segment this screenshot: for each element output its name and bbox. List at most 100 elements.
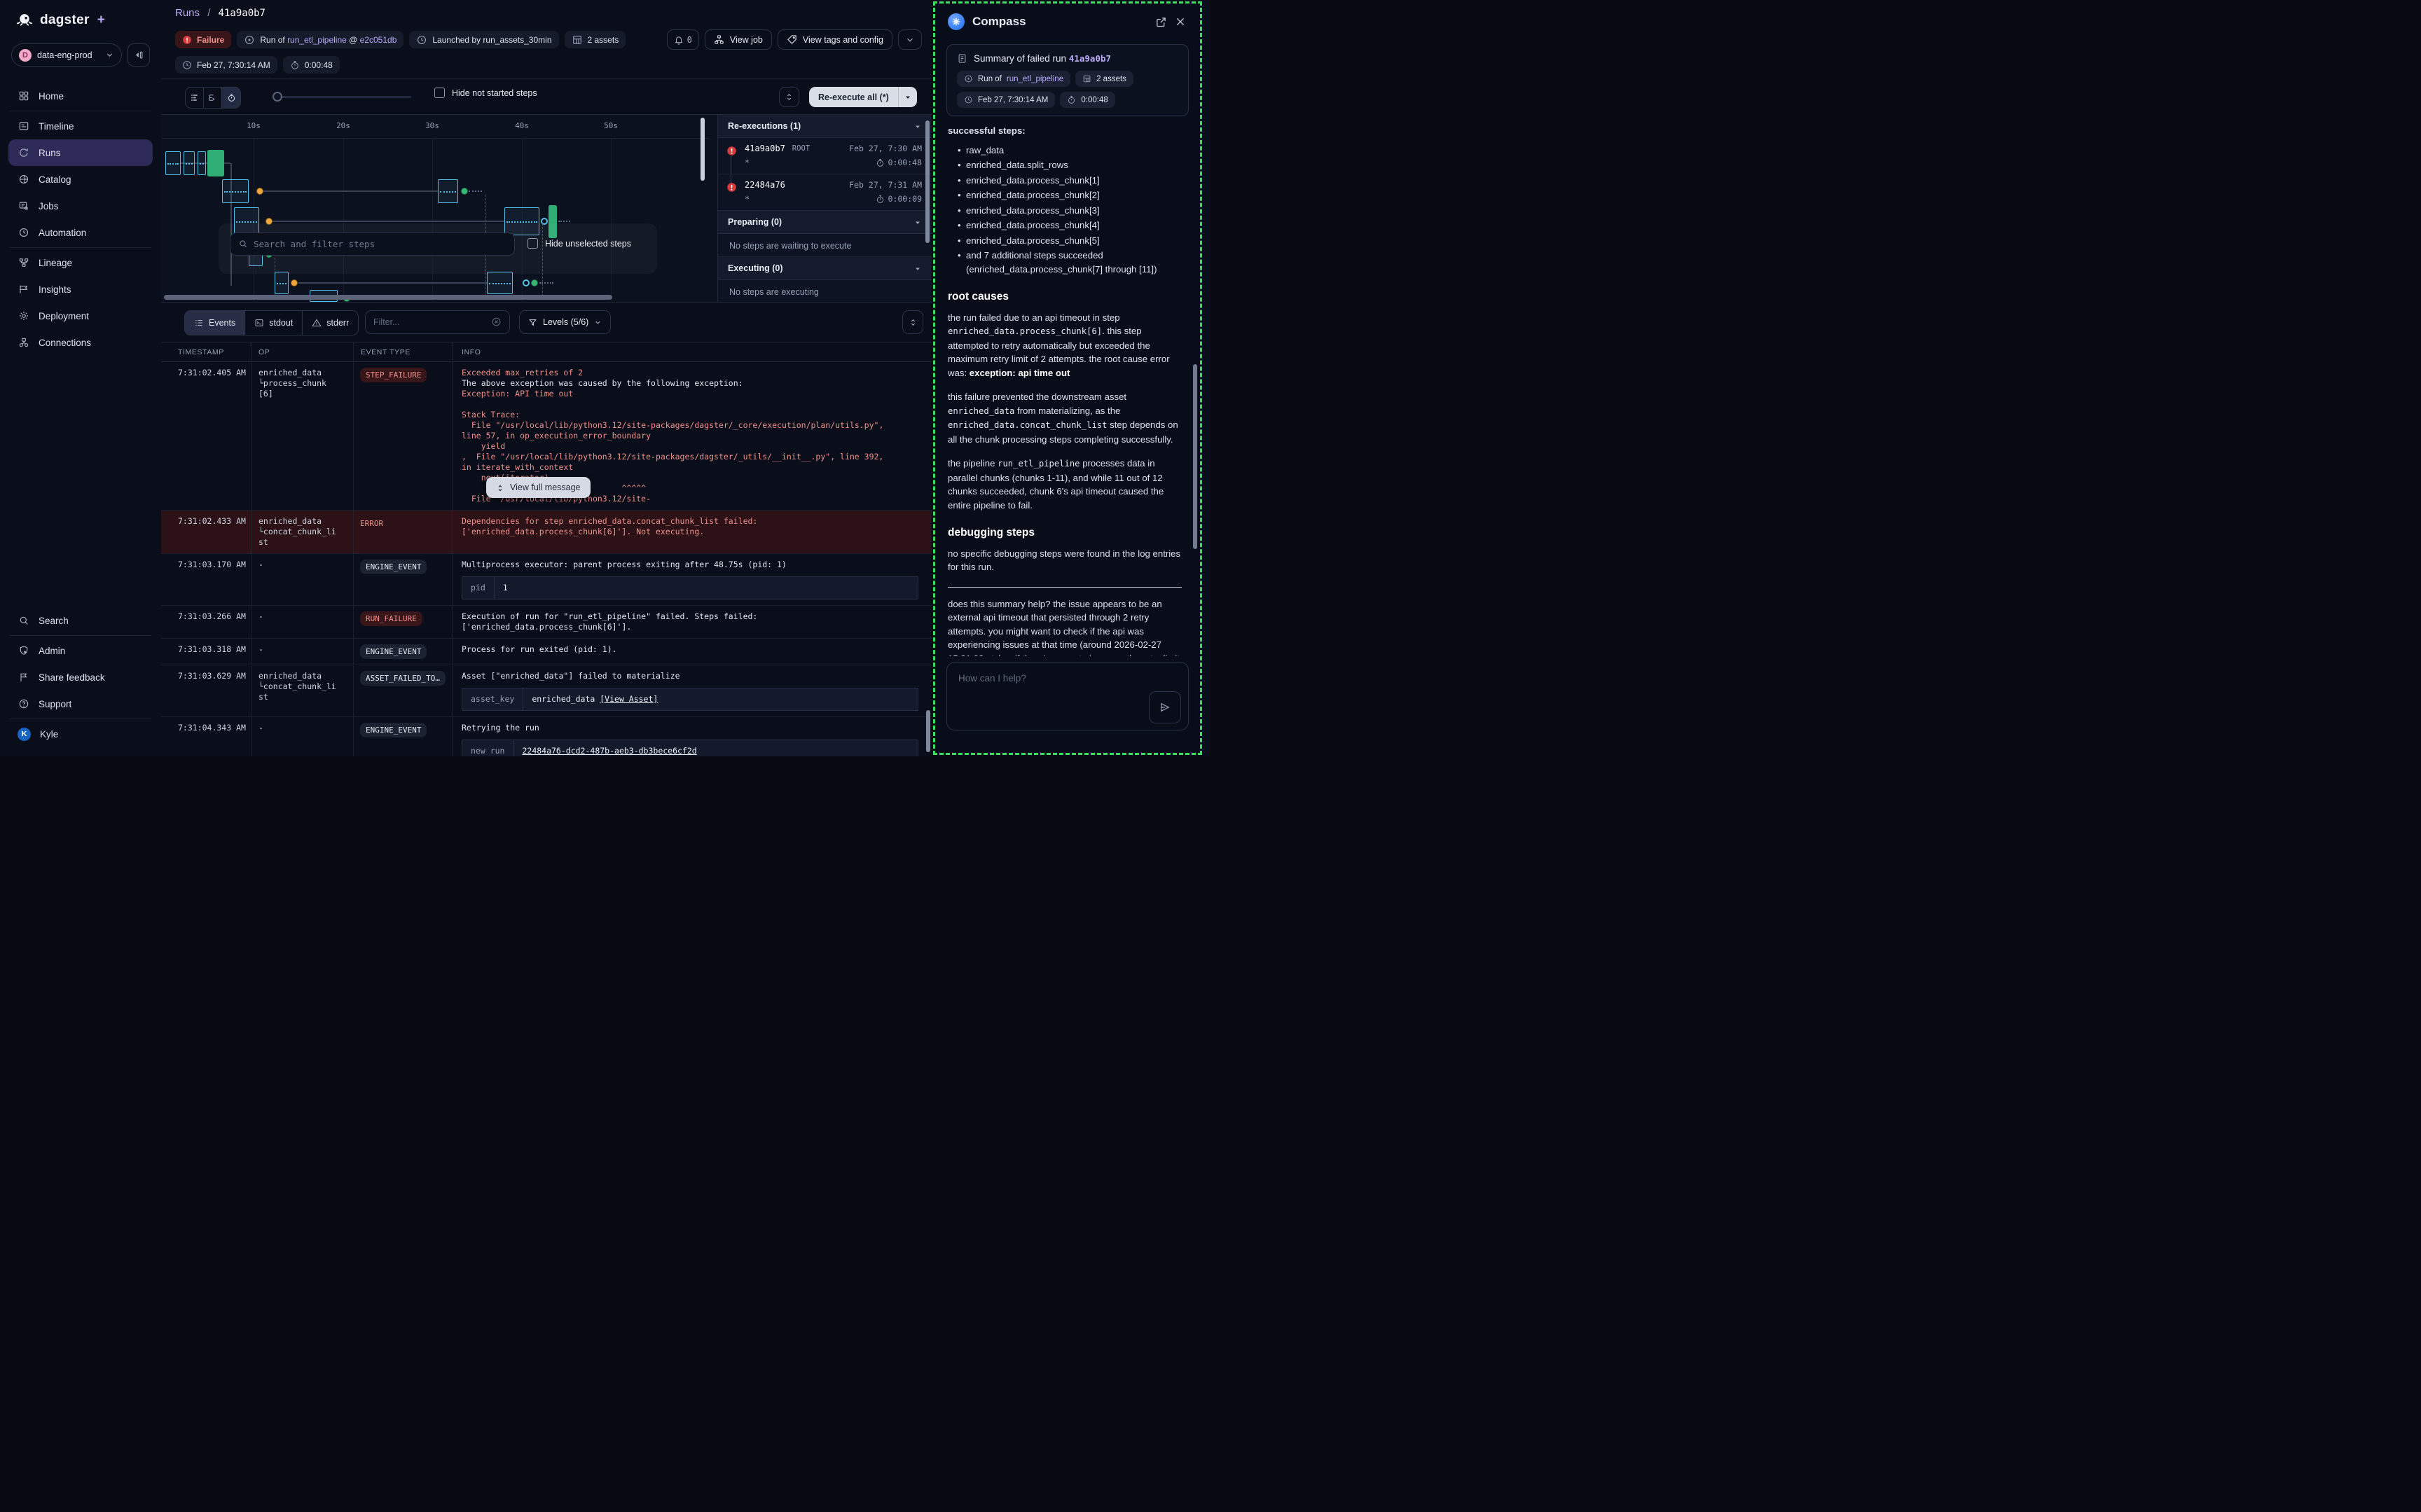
breadcrumb-runs-link[interactable]: Runs xyxy=(175,7,200,19)
notifications-button[interactable]: 0 xyxy=(667,29,699,50)
sidebar-item-catalog[interactable]: Catalog xyxy=(0,166,161,193)
zoom-slider-handle[interactable] xyxy=(273,92,282,102)
connections-icon xyxy=(18,337,29,349)
axis-tick: 30s xyxy=(425,121,439,130)
gantt-vertical-scrollbar[interactable] xyxy=(701,118,705,181)
expand-sections-button[interactable] xyxy=(779,87,799,107)
sidebar-item-label: Insights xyxy=(39,284,71,295)
metadata-link[interactable]: [View Asset] xyxy=(600,694,658,704)
gantt-step-bar[interactable] xyxy=(438,179,458,203)
gantt-step-bar[interactable] xyxy=(198,151,206,175)
sidebar-item-admin[interactable]: Admin xyxy=(0,637,161,664)
log-row-3[interactable]: 7:31:03.266 AM-RUN_FAILUREExecution of r… xyxy=(161,606,932,639)
sidebar-item-runs[interactable]: Runs xyxy=(8,139,153,166)
view-waterfall-button[interactable] xyxy=(186,88,204,108)
workspace-selector[interactable]: D data-eng-prod xyxy=(11,43,122,67)
gantt-step-bar[interactable] xyxy=(222,179,249,203)
gantt-step-bar-success[interactable] xyxy=(207,150,224,176)
reexecution-item-22484a76[interactable]: 22484a76Feb 27, 7:31 AM*0:00:09 xyxy=(718,174,932,211)
sidebar-item-lineage[interactable]: Lineage xyxy=(0,249,161,276)
log-event-type: ENGINE_EVENT xyxy=(353,717,452,756)
sidebar-item-jobs[interactable]: Jobs xyxy=(0,193,161,219)
reexecute-all-label[interactable]: Re-execute all (*) xyxy=(809,87,899,107)
reexecution-item-41a9a0b7[interactable]: 41a9a0b7ROOTFeb 27, 7:30 AM*0:00:48 xyxy=(718,138,932,174)
user-menu[interactable]: KKyle xyxy=(0,721,161,747)
target-icon xyxy=(244,34,255,46)
compass-paragraph: the run failed due to an api timeout in … xyxy=(948,311,1182,380)
reexecute-dropdown-arrow[interactable] xyxy=(899,87,917,107)
gantt-marker-green[interactable] xyxy=(461,188,468,195)
preparing-section-header[interactable]: Preparing (0) xyxy=(718,211,932,234)
log-row-4[interactable]: 7:31:03.318 AM-ENGINE_EVENTProcess for r… xyxy=(161,639,932,665)
panel-scrollbar[interactable] xyxy=(925,120,930,243)
gantt-step-bar[interactable] xyxy=(184,151,195,175)
gantt-marker-orange[interactable] xyxy=(291,279,298,286)
metadata-link[interactable]: 22484a76-dcd2-487b-aeb3-db3bece6cf2d xyxy=(522,746,696,756)
compass-chat-input[interactable]: How can I help? xyxy=(946,662,1189,730)
gantt-horizontal-scrollbar[interactable] xyxy=(164,295,612,300)
funnel-icon xyxy=(528,317,537,327)
log-scrollbar[interactable] xyxy=(926,710,930,752)
sidebar-item-insights[interactable]: Insights xyxy=(0,276,161,303)
log-row-2[interactable]: 7:31:03.170 AM-ENGINE_EVENTMultiprocess … xyxy=(161,554,932,606)
clock-icon xyxy=(416,34,427,46)
send-button[interactable] xyxy=(1149,691,1181,723)
nav-divider xyxy=(10,247,151,248)
view-timed-button[interactable] xyxy=(222,88,240,108)
hide-not-started-checkbox[interactable]: Hide not started steps xyxy=(434,88,537,98)
sidebar-nav: Home TimelineRunsCatalogJobsAutomation Lin… xyxy=(0,83,161,356)
levels-filter-dropdown[interactable]: Levels (5/6) xyxy=(519,310,611,334)
reexecute-all-button[interactable]: Re-execute all (*) xyxy=(809,87,917,107)
gantt-zoom-slider[interactable] xyxy=(274,96,411,98)
gantt-step-bar[interactable] xyxy=(275,272,289,294)
sidebar-item-timeline[interactable]: Timeline xyxy=(0,113,161,139)
sidebar-item-automation[interactable]: Automation xyxy=(0,219,161,246)
view-flat-button[interactable] xyxy=(204,88,222,108)
run-tag-2: 2 assets xyxy=(565,31,626,48)
sidebar-item-connections[interactable]: Connections xyxy=(0,329,161,356)
view-job-button[interactable]: View job xyxy=(705,29,772,50)
gantt-marker-green[interactable] xyxy=(531,279,538,286)
more-actions-button[interactable] xyxy=(898,29,922,50)
compass-scrollbar[interactable] xyxy=(1193,364,1197,549)
workspace-name: data-eng-prod xyxy=(37,50,99,60)
view-tags-config-button[interactable]: View tags and config xyxy=(778,29,892,50)
tab-events[interactable]: Events xyxy=(185,311,245,335)
sidebar-item-search[interactable]: Search xyxy=(0,607,161,634)
reexecutions-section-header[interactable]: Re-executions (1) xyxy=(718,115,932,138)
open-external-icon[interactable] xyxy=(1155,16,1167,28)
tab-stdout[interactable]: stdout xyxy=(245,311,303,335)
sidebar-item-home[interactable]: Home xyxy=(0,83,161,109)
op-line: - xyxy=(258,644,340,655)
compass-heading: debugging steps xyxy=(948,526,1182,540)
log-op: enriched_data└concat_chunk_list xyxy=(251,665,353,716)
step-search-input[interactable]: Search and filter steps xyxy=(230,233,515,256)
info-line: ['enriched_data.process_chunk[6]']. xyxy=(462,622,922,632)
tab-stderr[interactable]: stderr xyxy=(303,311,358,335)
hide-unselected-checkbox[interactable]: Hide unselected steps xyxy=(527,238,631,249)
sidebar-collapse-button[interactable] xyxy=(127,43,150,67)
gantt-canvas[interactable] xyxy=(161,139,709,303)
executing-section-header[interactable]: Executing (0) xyxy=(718,257,932,280)
logo-plus: + xyxy=(97,13,105,28)
reexecution-list: 41a9a0b7ROOTFeb 27, 7:30 AM*0:00:4822484… xyxy=(718,138,932,211)
gantt-step-bar[interactable] xyxy=(487,272,513,294)
sidebar-item-deployment[interactable]: Deployment xyxy=(0,303,161,329)
gantt-marker-orange[interactable] xyxy=(256,188,263,195)
clear-filter-icon[interactable] xyxy=(491,316,502,328)
log-row-5[interactable]: 7:31:03.629 AMenriched_data└concat_chunk… xyxy=(161,665,932,717)
run-summary-card[interactable]: Summary of failed run 41a9a0b7 Run of ru… xyxy=(946,44,1189,116)
view-full-message-button[interactable]: View full message xyxy=(486,477,591,498)
log-row-1[interactable]: 7:31:02.433 AMenriched_data└concat_chunk… xyxy=(161,511,932,554)
gantt-step-bar[interactable] xyxy=(165,151,181,175)
sidebar-item-share-feedback[interactable]: Share feedback xyxy=(0,664,161,691)
close-icon[interactable] xyxy=(1175,16,1186,27)
log-row-6[interactable]: 7:31:04.343 AM-ENGINE_EVENTRetrying the … xyxy=(161,717,932,756)
log-info: Dependencies for step enriched_data.conc… xyxy=(452,511,932,553)
info-line: line 57, in op_execution_error_boundary xyxy=(462,431,922,441)
log-sort-button[interactable] xyxy=(902,310,923,334)
log-filter-input[interactable]: Filter... xyxy=(365,310,510,334)
compass-bullet-item: and 7 additional steps succeeded (enrich… xyxy=(958,249,1182,276)
sidebar-item-support[interactable]: Support xyxy=(0,691,161,717)
gantt-marker-blue[interactable] xyxy=(523,279,530,286)
